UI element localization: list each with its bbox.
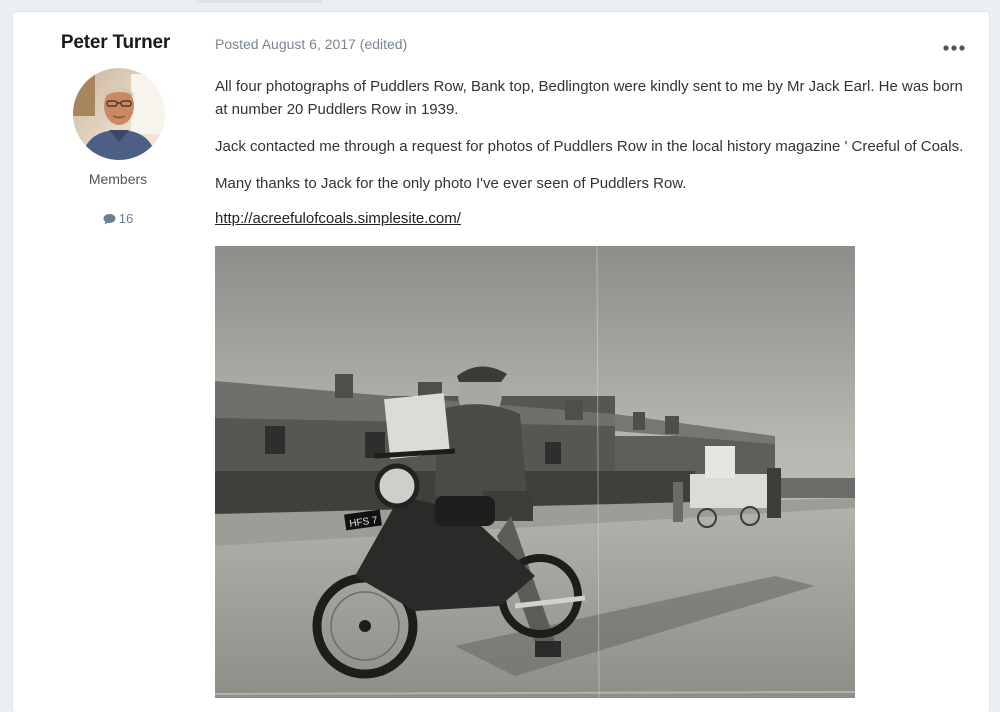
- post-count-value: 16: [118, 211, 134, 226]
- user-avatar-icon: [73, 68, 165, 160]
- comment-icon: [103, 214, 116, 225]
- author-name[interactable]: Peter Turner: [43, 32, 188, 54]
- top-tab-indicator: [196, 0, 322, 3]
- paragraph: All four photographs of Puddlers Row, Ba…: [215, 78, 963, 118]
- external-link[interactable]: http://acreefulofcoals.simplesite.com/: [215, 210, 461, 227]
- post-meta: Posted August 6, 2017 (edited): [215, 36, 408, 52]
- post-menu-button[interactable]: [942, 40, 966, 51]
- author-group: Members: [88, 171, 148, 187]
- paragraph: Jack contacted me through a request for …: [215, 138, 964, 155]
- forum-post: Peter Turner Members 16 Posted August 6,…: [13, 12, 989, 712]
- avatar[interactable]: [73, 68, 165, 160]
- post-photo[interactable]: HFS 7: [215, 246, 855, 698]
- ellipsis-icon: [943, 45, 965, 51]
- author-post-count: 16: [43, 211, 193, 226]
- paragraph: Many thanks to Jack for the only photo I…: [215, 175, 687, 192]
- motorcycle-photo-image: HFS 7: [215, 246, 855, 698]
- top-strip: [0, 0, 1000, 12]
